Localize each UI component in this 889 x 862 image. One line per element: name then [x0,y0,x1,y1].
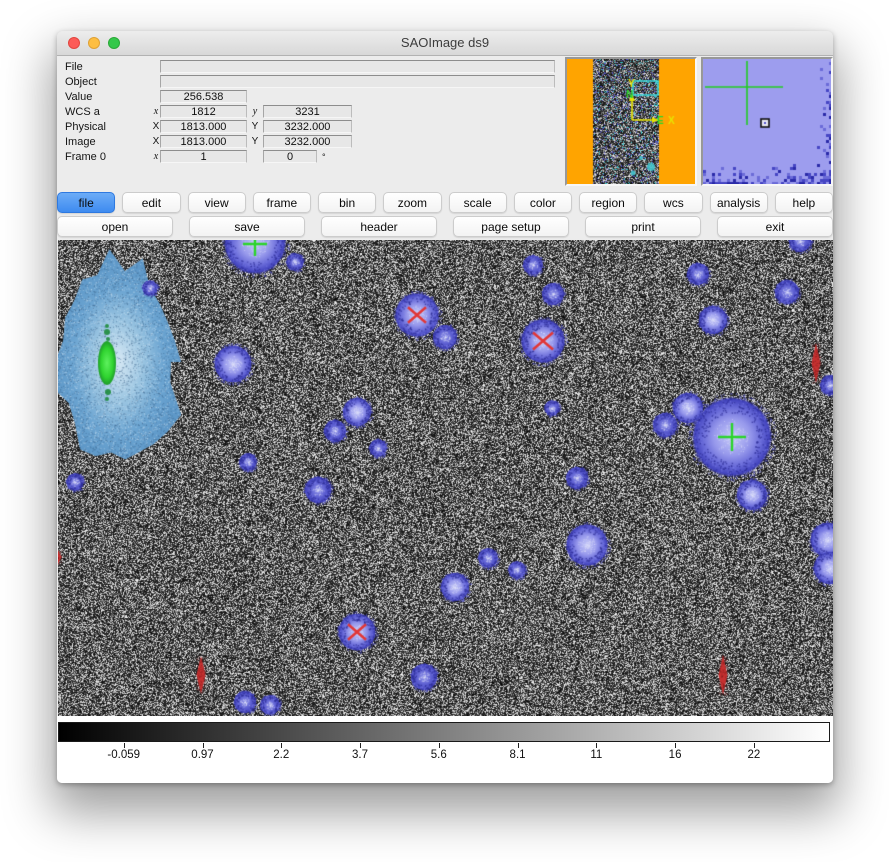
info-row-physical: Physical X 1813.000 Y 3232.000 [65,119,559,134]
image-x-label: X [152,136,160,147]
magnifier-canvas[interactable] [703,59,831,184]
file-menu-bar: open save header page setup print exit [57,216,833,237]
menubar: file edit view frame binzoom scale color region… [57,192,833,213]
physical-x-label: X [152,121,160,132]
colorbar[interactable] [58,722,830,742]
menu-edit[interactable]: edit [122,192,180,213]
colorbar-tick-label: 11 [590,749,602,761]
filebar-exit[interactable]: exit [717,216,833,237]
panner-panel[interactable] [565,57,697,186]
menu-color[interactable]: color [514,192,572,213]
wcs-x-field[interactable]: 1812 [160,105,247,118]
filebar-print[interactable]: print [585,216,701,237]
wcs-y-field[interactable]: 3231 [263,105,352,118]
object-field[interactable] [160,75,555,88]
menu-region[interactable]: region [579,192,637,213]
image-display[interactable] [58,240,833,716]
image-y-field[interactable]: 3232.000 [263,135,352,148]
menu-zoom[interactable]: zoom [383,192,441,213]
ds9-window: SAOImage ds9 File Object Value 256.538 W… [57,31,833,783]
wcs-label: WCS a [65,106,152,118]
filebar-page-setup[interactable]: page setup [453,216,569,237]
info-row-wcs: WCS a x 1812 y 3231 [65,104,559,119]
frame-zoom-field[interactable]: 1 [160,150,247,163]
colorbar-tick-label: 3.7 [352,749,368,761]
wcs-y-label: y [247,106,263,117]
menu-frame[interactable]: frame [253,192,311,213]
physical-x-field[interactable]: 1813.000 [160,120,247,133]
file-field[interactable] [160,60,555,73]
menu-view[interactable]: view [188,192,246,213]
colorbar-tick-label: -0.059 [107,749,140,761]
filebar-open[interactable]: open [57,216,173,237]
colorbar-tick-label: 5.6 [431,749,447,761]
colorbar-tick-label: 22 [747,749,760,761]
info-row-image: Image X 1813.000 Y 3232.000 [65,134,559,149]
physical-y-field[interactable]: 3232.000 [263,120,352,133]
colorbar-tick [518,743,519,748]
colorbar-tick [124,743,125,748]
info-row-file: File [65,59,559,74]
colorbar-tick [281,743,282,748]
menu-scale[interactable]: scale [449,192,507,213]
colorbar-tick [754,743,755,748]
colorbar-tick [439,743,440,748]
physical-y-label: Y [247,121,263,132]
image-y-label: Y [247,136,263,147]
image-label: Image [65,136,152,148]
menu-help[interactable]: help [775,192,833,213]
image-x-field[interactable]: 1813.000 [160,135,247,148]
wcs-x-label: x [152,106,160,117]
info-row-frame: Frame 0 x 1 0 ° [65,149,559,164]
colorbar-tick-label: 2.2 [273,749,289,761]
value-field[interactable]: 256.538 [160,90,247,103]
physical-label: Physical [65,121,152,133]
colorbar-tick [360,743,361,748]
colorbar-tick-label: 16 [669,749,682,761]
colorbar-area: -0.059 0.97 2.2 3.7 5.6 8.1 11 16 22 [57,716,833,783]
window-title: SAOImage ds9 [57,35,833,50]
degree-symbol: ° [322,152,326,162]
colorbar-tick [596,743,597,748]
info-panel: File Object Value 256.538 WCS a x 1812 y… [65,59,559,164]
info-row-value: Value 256.538 [65,89,559,104]
frame-x-label: x [152,151,160,162]
colorbar-tick-label: 0.97 [191,749,213,761]
frame-angle-field[interactable]: 0 [263,150,317,163]
panner-canvas[interactable] [567,59,695,184]
menu-file[interactable]: file [57,192,115,213]
filebar-header[interactable]: header [321,216,437,237]
menu-analysis[interactable]: analysis [710,192,768,213]
info-row-object: Object [65,74,559,89]
object-label: Object [65,76,152,88]
file-label: File [65,61,152,73]
value-label: Value [65,91,152,103]
titlebar[interactable]: SAOImage ds9 [57,31,833,56]
menu-wcs[interactable]: wcs [644,192,702,213]
frame-label: Frame 0 [65,151,152,163]
colorbar-tick [675,743,676,748]
colorbar-tick-label: 8.1 [510,749,526,761]
filebar-save[interactable]: save [189,216,305,237]
colorbar-tick [203,743,204,748]
menu-bin[interactable]: bin [318,192,376,213]
magnifier-panel[interactable] [701,57,833,186]
